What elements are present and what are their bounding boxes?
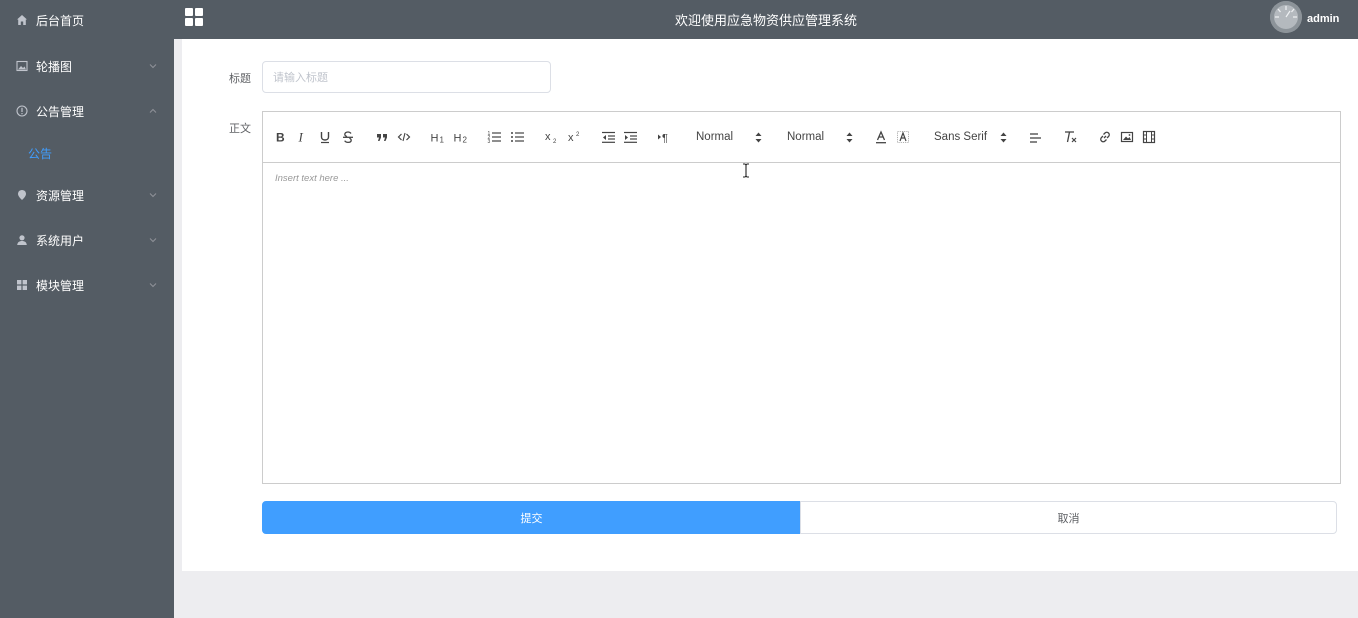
superscript-icon[interactable]: x2 xyxy=(567,129,583,145)
chevron-down-icon xyxy=(149,193,157,198)
blockquote-icon[interactable] xyxy=(375,129,389,145)
ordered-list-icon[interactable]: 123 xyxy=(487,129,503,145)
sidebar-item-announcements[interactable]: 公告管理 xyxy=(0,91,174,131)
rich-text-editor: B I H1 H2 123 x 2 x 2 ¶ Normal Normal Sa… xyxy=(262,111,1341,484)
title-label: 标题 xyxy=(229,72,251,85)
chevron-up-icon xyxy=(149,108,157,113)
body-label: 正文 xyxy=(229,122,251,135)
svg-text:x: x xyxy=(545,131,551,143)
align-icon[interactable] xyxy=(1029,129,1043,145)
clear-format-icon[interactable] xyxy=(1063,129,1079,145)
sidebar-item-label: 资源管理 xyxy=(36,188,85,203)
submit-button[interactable]: 提交 xyxy=(262,501,801,534)
select-arrows-icon xyxy=(1000,132,1007,143)
avatar[interactable] xyxy=(1270,1,1302,33)
font-select[interactable]: Sans Serif xyxy=(934,129,1010,145)
sidebar-subitem-announcement[interactable]: 公告 xyxy=(0,135,174,171)
sidebar-item-label: 轮播图 xyxy=(36,59,73,74)
sidebar-subitem-label: 公告 xyxy=(28,146,53,161)
heading2-icon[interactable]: H2 xyxy=(452,129,470,145)
sidebar-item-label: 公告管理 xyxy=(36,104,85,119)
underline-icon[interactable] xyxy=(318,129,332,145)
bold-icon[interactable]: B xyxy=(273,129,287,145)
font-select-value: Sans Serif xyxy=(934,131,988,143)
size-select-value: Normal xyxy=(787,131,825,143)
outdent-icon[interactable] xyxy=(601,129,617,145)
heading1-icon[interactable]: H1 xyxy=(429,129,447,145)
picture-icon xyxy=(16,60,28,72)
select-arrows-icon xyxy=(846,132,853,143)
italic-icon[interactable]: I xyxy=(295,129,309,145)
user-icon xyxy=(16,234,28,246)
svg-text:B: B xyxy=(276,131,285,145)
background-color-icon[interactable] xyxy=(896,129,910,145)
top-header: 欢迎使用应急物资供应管理系统 admin xyxy=(174,0,1358,39)
header-select-value: Normal xyxy=(696,131,734,143)
editor-placeholder: Insert text here ... xyxy=(275,173,349,184)
size-select[interactable]: Normal xyxy=(787,129,857,145)
indent-icon[interactable] xyxy=(623,129,639,145)
video-icon[interactable] xyxy=(1142,129,1156,145)
text-color-icon[interactable] xyxy=(874,129,888,145)
sidebar-item-resources[interactable]: 资源管理 xyxy=(0,175,174,215)
sidebar-item-carousel[interactable]: 轮播图 xyxy=(0,46,174,86)
subscript-icon[interactable]: x2 xyxy=(544,129,560,145)
bullet-list-icon[interactable] xyxy=(510,129,526,145)
svg-text:3: 3 xyxy=(488,139,491,144)
text-cursor-icon xyxy=(743,163,749,178)
svg-text:I: I xyxy=(298,130,304,144)
svg-text:2: 2 xyxy=(576,132,580,138)
chevron-down-icon xyxy=(149,283,157,288)
select-arrows-icon xyxy=(755,132,762,143)
link-icon[interactable] xyxy=(1098,129,1112,145)
system-title: 欢迎使用应急物资供应管理系统 xyxy=(674,14,857,29)
username-label[interactable]: admin xyxy=(1307,13,1339,25)
strikethrough-icon[interactable] xyxy=(341,129,355,145)
title-input[interactable] xyxy=(262,61,551,93)
code-block-icon[interactable] xyxy=(397,129,411,145)
grid-icon xyxy=(16,279,28,291)
svg-text:H: H xyxy=(431,133,439,145)
text-direction-icon[interactable]: ¶ xyxy=(657,129,673,145)
header-select[interactable]: Normal xyxy=(696,129,766,145)
svg-text:2: 2 xyxy=(463,136,468,145)
cancel-button[interactable]: 取消 xyxy=(800,501,1337,534)
sidebar-item-modules[interactable]: 模块管理 xyxy=(0,265,174,305)
chevron-down-icon xyxy=(149,64,157,69)
svg-text:¶: ¶ xyxy=(662,133,668,145)
chevron-down-icon xyxy=(149,238,157,243)
home-icon xyxy=(16,14,28,26)
svg-text:H: H xyxy=(454,133,462,145)
svg-text:x: x xyxy=(568,132,574,144)
sidebar: 后台首页 轮播图 公告管理 公告 资源管理 系统用户 模块管理 xyxy=(0,0,174,618)
image-icon[interactable] xyxy=(1120,129,1134,145)
svg-text:1: 1 xyxy=(440,136,445,145)
sidebar-item-label: 模块管理 xyxy=(36,278,85,293)
editor-content-area[interactable]: Insert text here ... xyxy=(263,164,1340,483)
svg-text:2: 2 xyxy=(553,139,557,144)
sidebar-item-label: 后台首页 xyxy=(36,13,85,28)
info-circle-icon xyxy=(16,105,28,117)
sidebar-item-system-users[interactable]: 系统用户 xyxy=(0,220,174,260)
location-pin-icon xyxy=(16,189,28,201)
sidebar-item-home[interactable]: 后台首页 xyxy=(0,0,174,40)
editor-toolbar: B I H1 H2 123 x 2 x 2 ¶ Normal Normal Sa… xyxy=(263,112,1340,163)
sidebar-item-label: 系统用户 xyxy=(36,233,85,248)
